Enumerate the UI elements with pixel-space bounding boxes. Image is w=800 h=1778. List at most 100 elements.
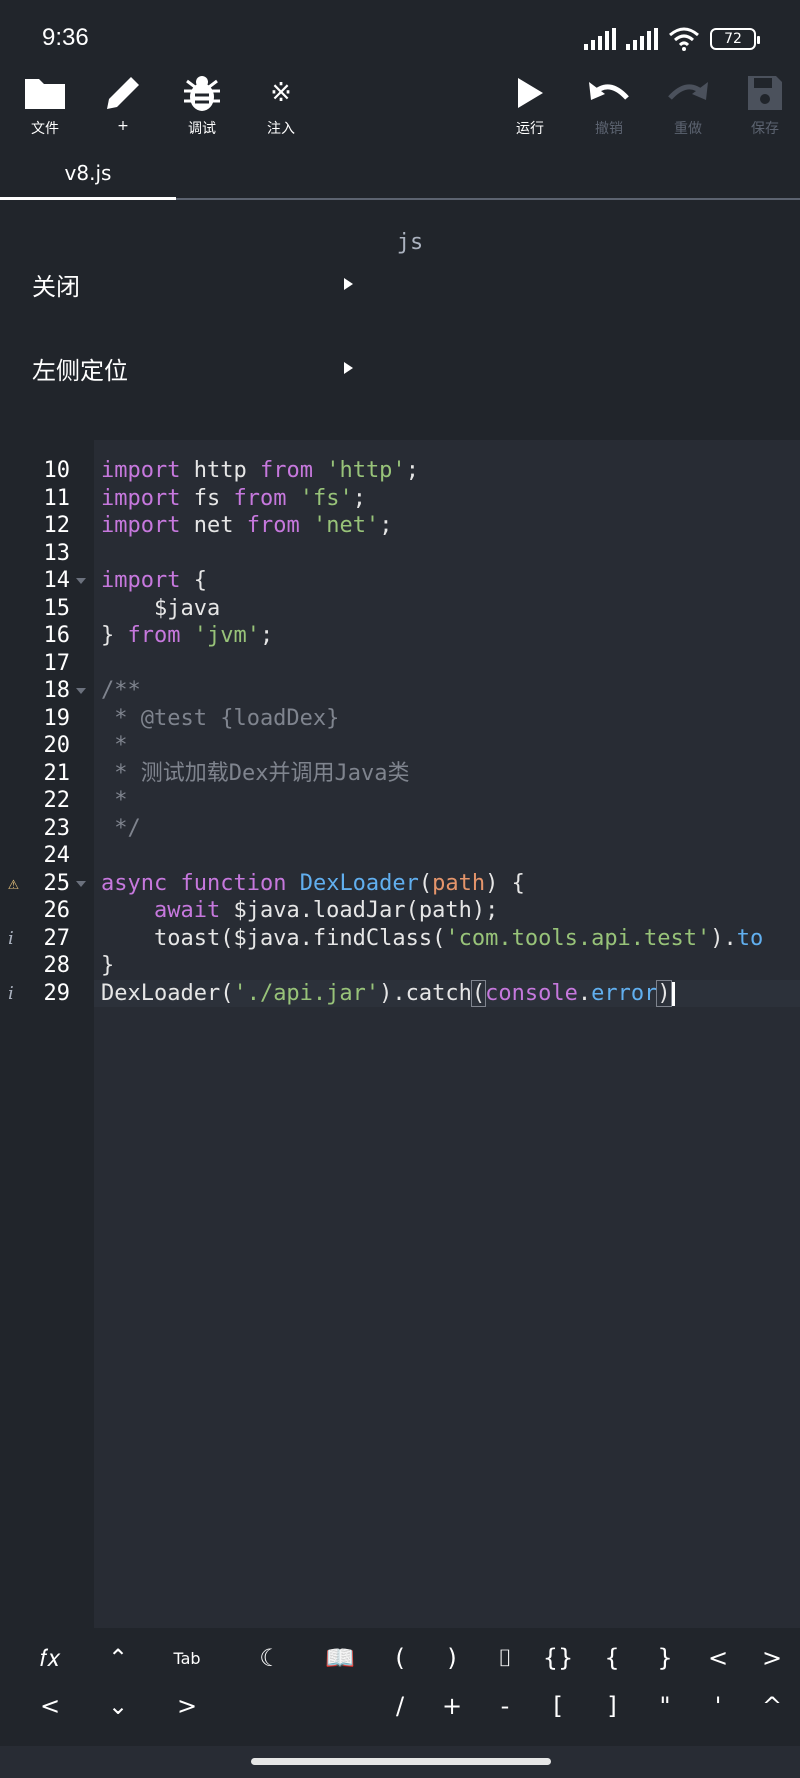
code-token: ( bbox=[470, 979, 487, 1007]
line-number: 18 bbox=[43, 678, 71, 703]
line-number: 11 bbox=[43, 485, 71, 511]
slash-key[interactable]: / bbox=[380, 1686, 420, 1726]
status-icons: 72 bbox=[584, 24, 760, 54]
code-line[interactable]: 14 import { bbox=[0, 567, 800, 595]
fold-arrow-icon[interactable] bbox=[76, 688, 86, 694]
code-line[interactable]: 15 $java bbox=[0, 595, 800, 623]
line-number: 12 bbox=[43, 513, 71, 538]
pencil-icon bbox=[107, 74, 142, 109]
caret-key[interactable]: ^ bbox=[752, 1686, 792, 1726]
code-line[interactable]: 27 i toast($java.findClass('com.tools.api… bbox=[0, 925, 800, 953]
save-button[interactable]: 保存 bbox=[730, 70, 800, 148]
arrow-left-key[interactable]: < bbox=[30, 1686, 70, 1726]
warning-icon[interactable]: ⚠ bbox=[8, 870, 19, 898]
inject-label: 注入 bbox=[267, 121, 295, 137]
code-token: to bbox=[736, 925, 764, 951]
new-button[interactable]: + bbox=[88, 70, 158, 148]
code-line[interactable]: 22 * bbox=[0, 787, 800, 815]
code-token: * 测试加载Dex并调用Java类 bbox=[101, 760, 410, 786]
code-line[interactable]: 10 import http from 'http'; bbox=[0, 457, 800, 485]
arrow-down-key[interactable]: ⌄ bbox=[98, 1686, 138, 1726]
code-line[interactable]: 21 * 测试加载Dex并调用Java类 bbox=[0, 760, 800, 788]
line-number: 17 bbox=[43, 650, 71, 676]
info-icon[interactable]: i bbox=[8, 980, 14, 1008]
submenu-arrow-icon bbox=[344, 278, 353, 290]
code-token: DexLoader bbox=[299, 870, 419, 896]
undo-label: 撤销 bbox=[595, 121, 623, 137]
undo-icon bbox=[589, 82, 629, 100]
folder-icon bbox=[25, 79, 65, 109]
fold-arrow-icon[interactable] bbox=[76, 880, 86, 887]
fold-arrow-icon[interactable] bbox=[76, 578, 86, 584]
run-button[interactable]: 运行 bbox=[495, 70, 565, 148]
new-label: + bbox=[117, 118, 129, 134]
bracket-close-key[interactable]: ] bbox=[592, 1686, 632, 1726]
code-token: * bbox=[101, 733, 128, 758]
plus-key[interactable]: + bbox=[432, 1686, 472, 1726]
code-line[interactable]: 16} from 'jvm'; bbox=[0, 622, 800, 650]
code-token: ; bbox=[405, 458, 419, 483]
status-bar: 9:36 72 bbox=[0, 0, 800, 70]
save-icon bbox=[748, 76, 782, 110]
code-line[interactable]: 26 await $java.loadJar(path); bbox=[0, 897, 800, 925]
arrow-up-key[interactable]: ⌃ bbox=[98, 1638, 138, 1678]
info-icon[interactable]: i bbox=[8, 925, 14, 953]
menu-item-close[interactable]: 关闭 bbox=[0, 254, 370, 314]
docs-book-key[interactable]: 📖 bbox=[320, 1638, 360, 1678]
code-token: from bbox=[127, 623, 181, 648]
menu-item-label: 关闭 bbox=[32, 272, 80, 301]
code-line[interactable]: 25 ⚠ async function DexLoader(path) { bbox=[0, 870, 800, 898]
debug-button[interactable]: 调试 bbox=[167, 70, 237, 148]
theme-moon-key[interactable]: ☾ bbox=[250, 1638, 290, 1678]
code-token: } bbox=[101, 953, 115, 978]
braces-key[interactable]: {} bbox=[538, 1638, 578, 1678]
code-line[interactable]: 29 i DexLoader('./api.jar').catch(console.… bbox=[0, 979, 800, 1008]
save-label: 保存 bbox=[751, 121, 779, 137]
inject-button[interactable]: ※ 注入 bbox=[246, 70, 316, 148]
redo-button[interactable]: 重做 bbox=[653, 70, 723, 148]
single-quote-key[interactable]: ' bbox=[698, 1686, 738, 1726]
tab-key[interactable]: Tab bbox=[167, 1638, 207, 1678]
code-token: ; bbox=[259, 623, 274, 648]
code-text: } bbox=[94, 952, 800, 980]
paren-close-key[interactable]: ) bbox=[432, 1638, 472, 1678]
menu-item-locate-left[interactable]: 左侧定位 bbox=[0, 338, 370, 398]
code-line[interactable]: 11 import fs from 'fs'; bbox=[0, 485, 800, 513]
inject-icon: ※ bbox=[270, 78, 292, 108]
code-line[interactable]: 18 /** bbox=[0, 677, 800, 705]
line-number: 22 bbox=[43, 788, 71, 813]
debug-label: 调试 bbox=[188, 121, 216, 137]
code-token: import bbox=[101, 458, 181, 483]
undo-button[interactable]: 撤销 bbox=[574, 70, 644, 148]
brackets-key[interactable]: ⌷ bbox=[485, 1638, 525, 1678]
wifi-icon bbox=[669, 27, 699, 51]
code-line[interactable]: 17 bbox=[0, 650, 800, 678]
minus-key[interactable]: - bbox=[485, 1686, 525, 1726]
paren-open-key[interactable]: ( bbox=[380, 1638, 420, 1678]
file-button[interactable]: 文件 bbox=[10, 70, 80, 148]
code-line[interactable]: 28} bbox=[0, 952, 800, 980]
code-token: console bbox=[485, 980, 578, 1006]
code-token: 'jvm' bbox=[193, 623, 260, 648]
arrow-right-key[interactable]: > bbox=[167, 1686, 207, 1726]
code-line[interactable]: 23 */ bbox=[0, 815, 800, 843]
less-than-key[interactable]: < bbox=[698, 1638, 738, 1678]
tab-v8-js[interactable]: v8.js bbox=[0, 148, 176, 200]
greater-than-key[interactable]: > bbox=[752, 1638, 792, 1678]
fx-key[interactable]: 𝑓𝑥 bbox=[30, 1638, 70, 1678]
code-editor[interactable]: 10 import http from 'http'; 11 import fs fr… bbox=[0, 440, 800, 1628]
tab-bar: v8.js bbox=[0, 148, 800, 200]
code-line[interactable]: 24 bbox=[0, 842, 800, 870]
brace-open-key[interactable]: { bbox=[592, 1638, 632, 1678]
brace-close-key[interactable]: } bbox=[645, 1638, 685, 1678]
code-line[interactable]: 12 import net from 'net'; bbox=[0, 512, 800, 540]
code-line[interactable]: 13 bbox=[0, 540, 800, 568]
bracket-open-key[interactable]: [ bbox=[538, 1686, 578, 1726]
double-quote-key[interactable]: " bbox=[645, 1686, 685, 1726]
code-line[interactable]: 20 * bbox=[0, 732, 800, 760]
code-line[interactable]: 19 * @test {loadDex} bbox=[0, 705, 800, 733]
